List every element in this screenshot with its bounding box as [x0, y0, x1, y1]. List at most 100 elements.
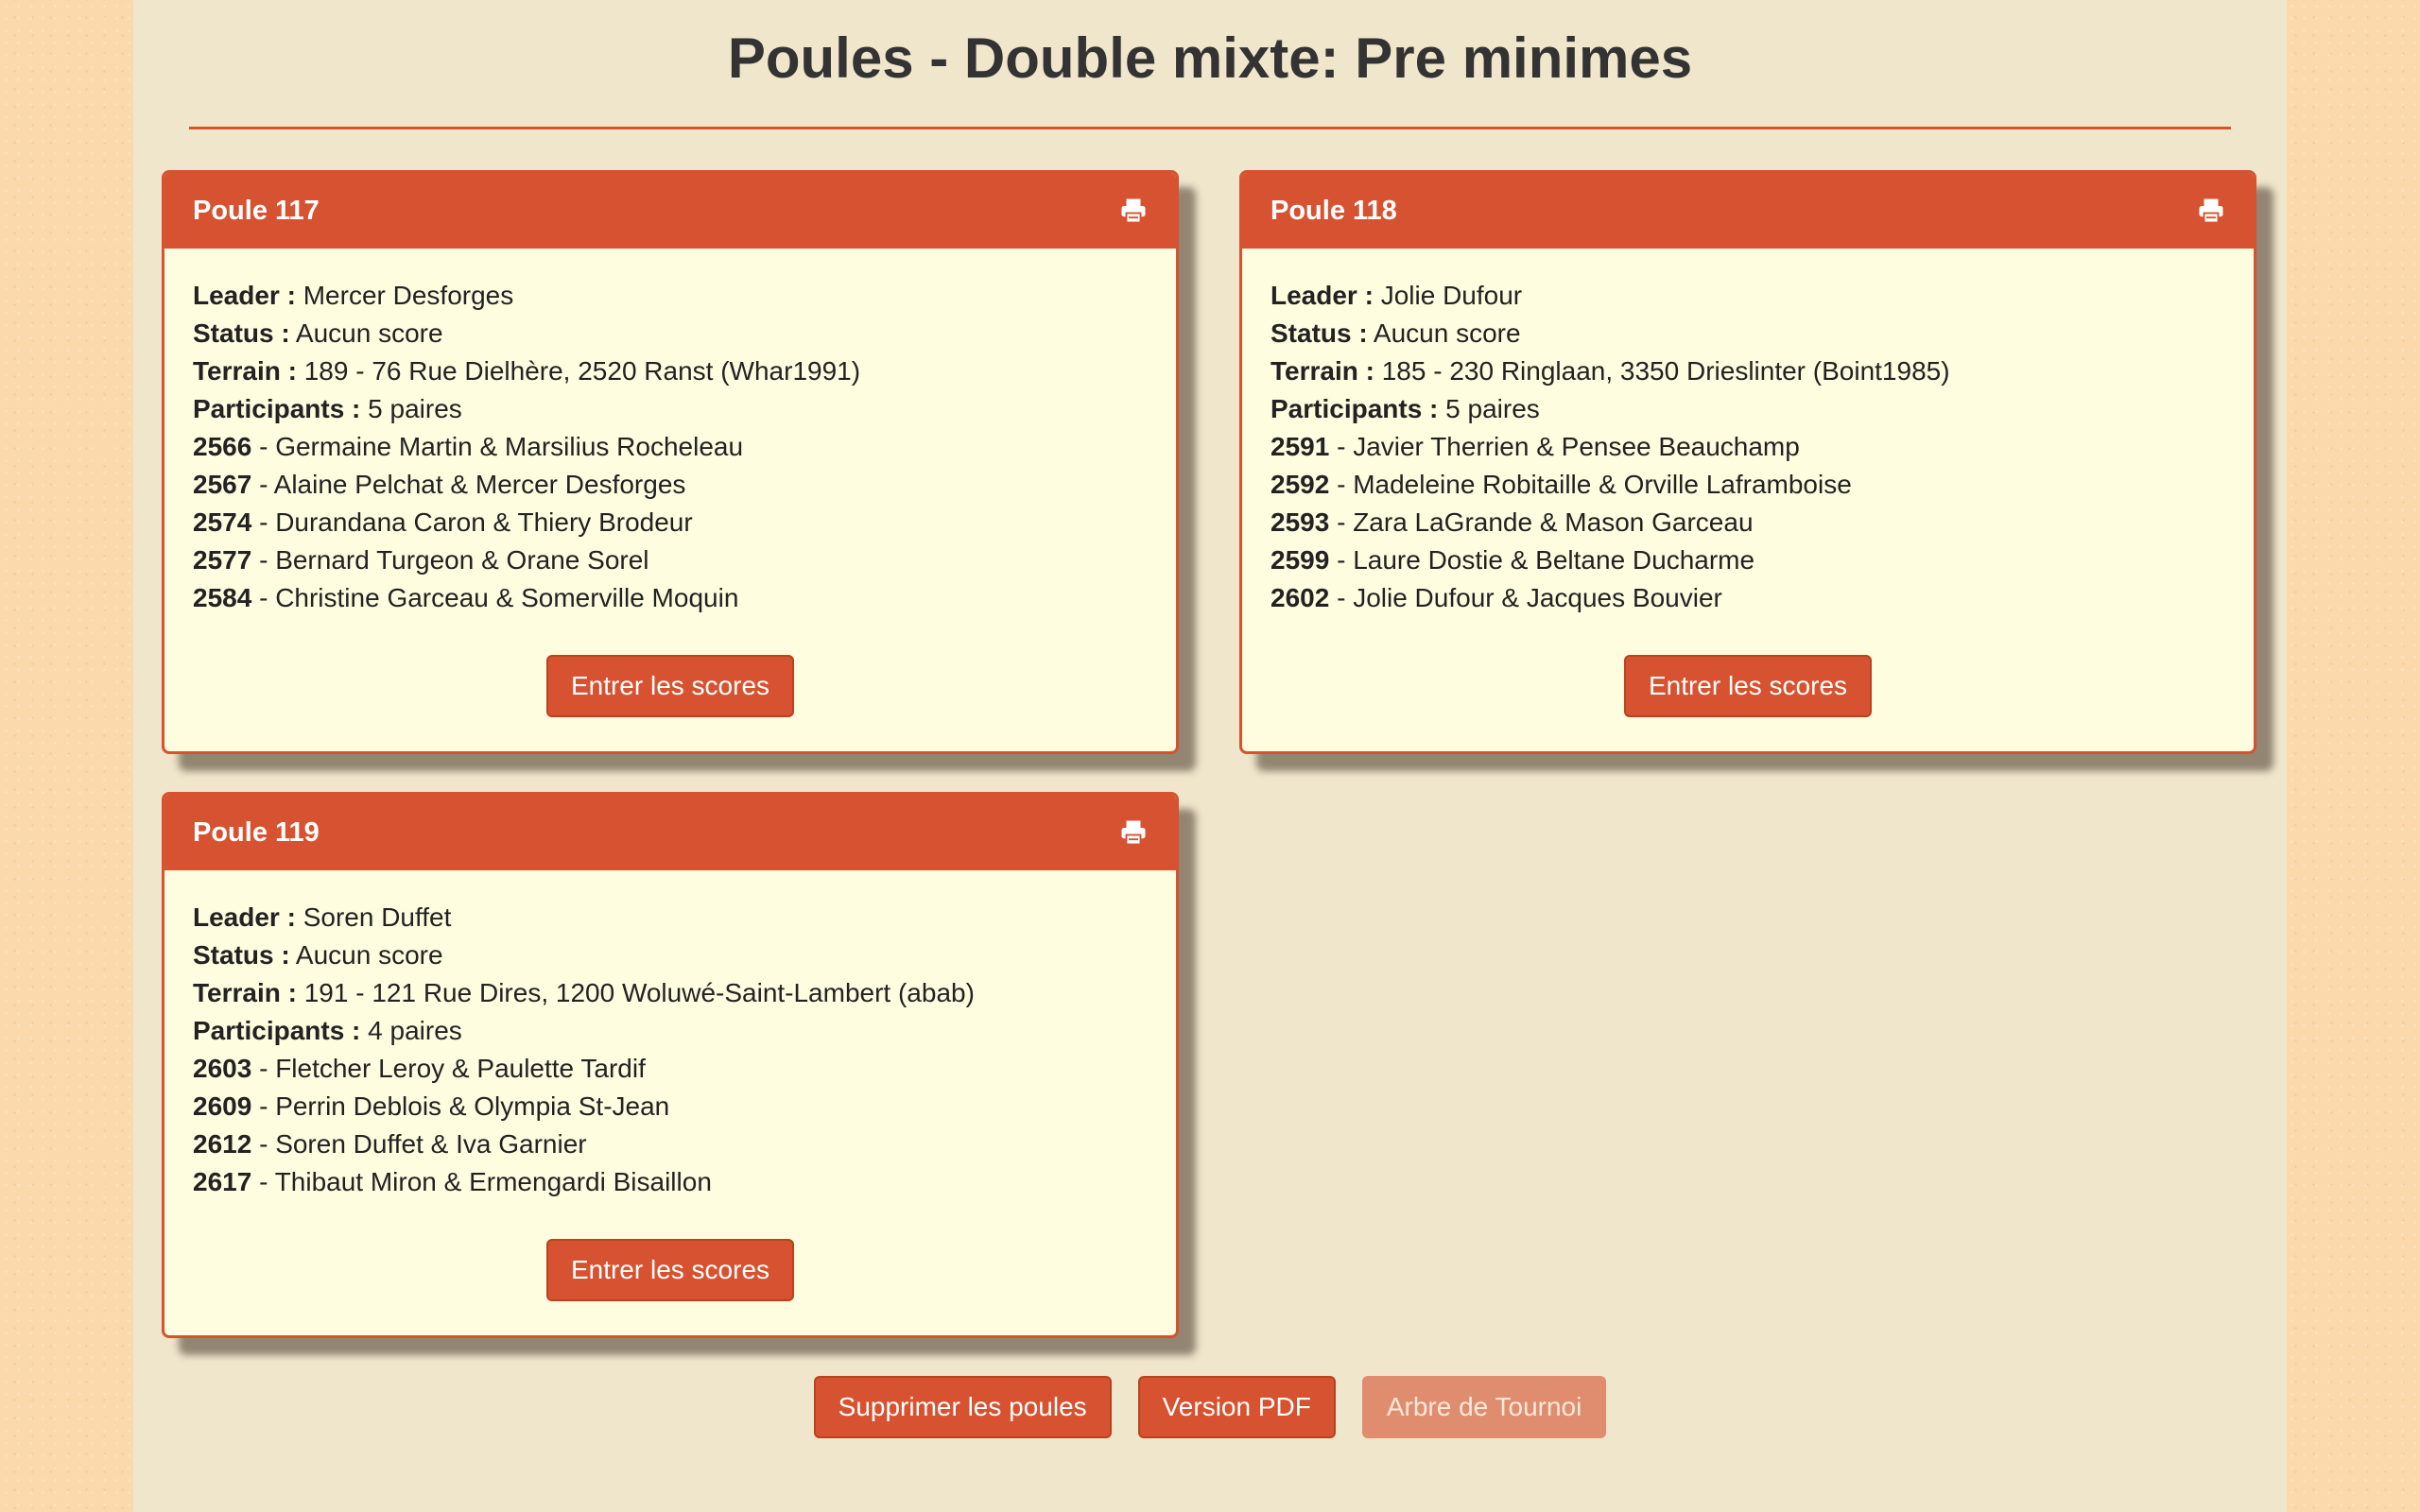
leader-line: Leader : Mercer Desforges — [193, 277, 1148, 315]
leader-value: Jolie Dufour — [1380, 281, 1523, 310]
bottom-actions: Supprimer les poules Version PDF Arbre d… — [133, 1376, 2287, 1438]
terrain-line: Terrain : 191 - 121 Rue Dires, 1200 Wolu… — [193, 974, 1148, 1012]
terrain-label: Terrain : — [193, 356, 297, 386]
terrain-line: Terrain : 185 - 230 Ringlaan, 3350 Dries… — [1270, 352, 2225, 390]
status-line: Status : Aucun score — [193, 936, 1148, 974]
card-body: Leader : Jolie Dufour Status : Aucun sco… — [1242, 249, 2254, 746]
pair-names: Madeleine Robitaille & Orville Laframboi… — [1353, 470, 1852, 499]
pair-id: 2603 — [193, 1054, 252, 1083]
leader-label: Leader : — [1270, 281, 1374, 310]
status-value: Aucun score — [1373, 318, 1521, 348]
pair-separator: - — [1329, 545, 1354, 575]
pair-names: Laure Dostie & Beltane Ducharme — [1353, 545, 1755, 575]
terrain-value: 191 - 121 Rue Dires, 1200 Woluwé-Saint-L… — [303, 978, 975, 1007]
pair-id: 2567 — [193, 470, 252, 499]
card-actions: Entrer les scores — [1270, 655, 2225, 717]
participants-line: Participants : 5 paires — [193, 390, 1148, 428]
terrain-value: 189 - 76 Rue Dielhère, 2520 Ranst (Whar1… — [303, 356, 861, 386]
participants-label: Participants : — [193, 394, 361, 423]
pair-separator: - — [251, 1167, 275, 1196]
pair-item: 2566 - Germaine Martin & Marsilius Roche… — [193, 428, 1148, 466]
pair-id: 2592 — [1270, 470, 1330, 499]
card-title: Poule 118 — [1270, 195, 1397, 226]
pair-id: 2593 — [1270, 507, 1330, 537]
pair-item: 2603 - Fletcher Leroy & Paulette Tardif — [193, 1050, 1148, 1088]
participants-line: Participants : 5 paires — [1270, 390, 2225, 428]
pair-item: 2567 - Alaine Pelchat & Mercer Desforges — [193, 466, 1148, 504]
print-icon[interactable] — [1119, 818, 1148, 847]
pair-names: Durandana Caron & Thiery Brodeur — [275, 507, 693, 537]
pair-separator: - — [251, 583, 276, 612]
pair-id: 2599 — [1270, 545, 1330, 575]
poule-card-118: Poule 118 Leader : Jolie Dufour Status :… — [1239, 170, 2256, 754]
status-value: Aucun score — [295, 318, 443, 348]
leader-value: Soren Duffet — [302, 902, 452, 932]
pair-separator: - — [251, 1091, 276, 1121]
pair-names: Soren Duffet & Iva Garnier — [275, 1129, 587, 1159]
card-title: Poule 117 — [193, 195, 320, 226]
pair-item: 2584 - Christine Garceau & Somerville Mo… — [193, 579, 1148, 617]
pair-id: 2577 — [193, 545, 252, 575]
pair-names: Jolie Dufour & Jacques Bouvier — [1353, 583, 1722, 612]
pair-names: Perrin Deblois & Olympia St-Jean — [275, 1091, 670, 1121]
enter-scores-button[interactable]: Entrer les scores — [1623, 655, 1873, 717]
enter-scores-button[interactable]: Entrer les scores — [545, 655, 795, 717]
pair-names: Alaine Pelchat & Mercer Desforges — [273, 470, 686, 499]
pdf-version-button[interactable]: Version PDF — [1137, 1376, 1336, 1438]
card-title: Poule 119 — [193, 816, 320, 848]
pair-names: Thibaut Miron & Ermengardi Bisaillon — [274, 1167, 712, 1196]
page-container: Poules - Double mixte: Pre minimes Poule… — [133, 0, 2287, 1512]
pair-id: 2609 — [193, 1091, 252, 1121]
delete-poules-button[interactable]: Supprimer les poules — [813, 1376, 1112, 1438]
pair-separator: - — [251, 545, 276, 575]
print-icon[interactable] — [1119, 197, 1148, 225]
pair-separator: - — [1329, 507, 1354, 537]
enter-scores-button[interactable]: Entrer les scores — [545, 1239, 795, 1301]
pair-separator: - — [251, 1129, 276, 1159]
card-actions: Entrer les scores — [193, 1239, 1148, 1301]
print-icon[interactable] — [2197, 197, 2225, 225]
card-header: Poule 118 — [1242, 173, 2254, 249]
title-divider — [189, 127, 2231, 129]
status-line: Status : Aucun score — [193, 315, 1148, 352]
terrain-line: Terrain : 189 - 76 Rue Dielhère, 2520 Ra… — [193, 352, 1148, 390]
pair-separator: - — [251, 470, 274, 499]
card-actions: Entrer les scores — [193, 655, 1148, 717]
pair-separator: - — [251, 432, 276, 461]
pair-separator: - — [1329, 583, 1354, 612]
pair-separator: - — [1329, 470, 1354, 499]
pair-names: Christine Garceau & Somerville Moquin — [275, 583, 739, 612]
card-body: Leader : Soren Duffet Status : Aucun sco… — [164, 870, 1176, 1330]
participants-line: Participants : 4 paires — [193, 1012, 1148, 1050]
card-body: Leader : Mercer Desforges Status : Aucun… — [164, 249, 1176, 746]
leader-value: Mercer Desforges — [302, 281, 514, 310]
pair-separator: - — [1329, 432, 1354, 461]
pair-item: 2599 - Laure Dostie & Beltane Ducharme — [1270, 541, 2225, 579]
pair-id: 2591 — [1270, 432, 1330, 461]
pair-names: Fletcher Leroy & Paulette Tardif — [275, 1054, 646, 1083]
poule-card-117: Poule 117 Leader : Mercer Desforges Stat… — [162, 170, 1179, 754]
leader-line: Leader : Jolie Dufour — [1270, 277, 2225, 315]
status-value: Aucun score — [295, 940, 443, 970]
pair-names: Bernard Turgeon & Orane Sorel — [275, 545, 649, 575]
pair-names: Zara LaGrande & Mason Garceau — [1353, 507, 1754, 537]
pair-item: 2612 - Soren Duffet & Iva Garnier — [193, 1125, 1148, 1163]
tournament-tree-button[interactable]: Arbre de Tournoi — [1361, 1376, 1607, 1438]
terrain-label: Terrain : — [193, 978, 297, 1007]
pair-item: 2574 - Durandana Caron & Thiery Brodeur — [193, 504, 1148, 541]
participants-value: 4 paires — [368, 1016, 462, 1045]
pair-item: 2591 - Javier Therrien & Pensee Beaucham… — [1270, 428, 2225, 466]
pair-item: 2617 - Thibaut Miron & Ermengardi Bisail… — [193, 1163, 1148, 1201]
pair-names: Javier Therrien & Pensee Beauchamp — [1353, 432, 1800, 461]
pair-id: 2574 — [193, 507, 252, 537]
pair-id: 2617 — [193, 1167, 252, 1196]
page-title: Poules - Double mixte: Pre minimes — [727, 26, 1693, 90]
pair-id: 2612 — [193, 1129, 252, 1159]
status-label: Status : — [193, 940, 290, 970]
poule-card-119: Poule 119 Leader : Soren Duffet Status :… — [162, 792, 1179, 1338]
status-label: Status : — [1270, 318, 1368, 348]
pair-separator: - — [251, 507, 276, 537]
pair-item: 2593 - Zara LaGrande & Mason Garceau — [1270, 504, 2225, 541]
pair-id: 2584 — [193, 583, 252, 612]
leader-label: Leader : — [193, 281, 296, 310]
